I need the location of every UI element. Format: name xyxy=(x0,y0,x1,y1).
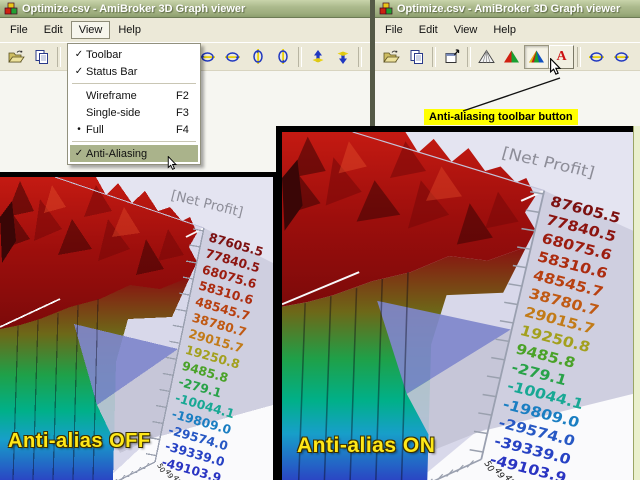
rotate-down-button[interactable] xyxy=(220,45,245,69)
rotate-right-button[interactable] xyxy=(270,45,295,69)
wireframe-button[interactable] xyxy=(474,45,499,69)
menu-item-label: Wireframe xyxy=(86,89,137,102)
right-window-title: Optimize.csv - AmiBroker 3D Graph viewer xyxy=(397,2,621,15)
mouse-cursor-on-button xyxy=(550,58,562,75)
right-title-bar[interactable]: Optimize.csv - AmiBroker 3D Graph viewer xyxy=(375,0,640,18)
rotate-left-icon xyxy=(252,49,263,64)
properties-icon xyxy=(445,48,459,63)
right-menu-help[interactable]: Help xyxy=(485,21,524,39)
left-menu-help[interactable]: Help xyxy=(110,21,149,39)
toolbar-separator xyxy=(432,46,436,67)
rotate-left-button[interactable] xyxy=(634,45,640,69)
move-down-icon xyxy=(337,51,348,64)
right-toolbar: A xyxy=(375,42,640,71)
toolbar-separator xyxy=(298,46,302,67)
left-menu-edit[interactable]: Edit xyxy=(36,21,71,39)
move-up-button[interactable] xyxy=(305,45,330,69)
rotate-down-icon xyxy=(225,51,240,62)
menu-separator xyxy=(72,141,196,142)
3d-surface-plot-on: [Net Profit]87605.577840.568075.658310.6… xyxy=(282,132,633,480)
left-menu-view[interactable]: View xyxy=(70,21,111,39)
open-file-button[interactable] xyxy=(4,45,29,69)
menu-item-full[interactable]: • Full F4 xyxy=(70,121,198,138)
menu-item-label: Status Bar xyxy=(86,65,138,78)
checkmark-icon: ✓ xyxy=(74,148,84,159)
wireframe-pyramid-icon xyxy=(478,49,495,63)
copy-button[interactable] xyxy=(29,45,54,69)
left-menu-file[interactable]: File xyxy=(2,21,36,39)
open-file-button[interactable] xyxy=(379,45,404,69)
toolbar-separator xyxy=(57,46,61,67)
copy-icon xyxy=(35,49,48,64)
menu-item-shortcut: F2 xyxy=(176,89,189,102)
menu-item-shortcut: F3 xyxy=(176,106,189,119)
checkmark-icon: ✓ xyxy=(74,66,84,77)
left-title-bar[interactable]: Optimize.csv - AmiBroker 3D Graph viewer xyxy=(0,0,370,18)
menu-item-label: Single-side xyxy=(86,106,141,119)
right-menu-edit[interactable]: Edit xyxy=(411,21,446,39)
rotate-up-icon xyxy=(200,51,215,62)
rotate-up-button[interactable] xyxy=(584,45,609,69)
mouse-cursor-on-menu xyxy=(167,156,178,170)
rotate-left-button[interactable] xyxy=(245,45,270,69)
single-side-icon xyxy=(504,50,519,63)
right-menu-view[interactable]: View xyxy=(446,21,486,39)
menu-item-status-bar[interactable]: ✓ Status Bar xyxy=(70,63,198,80)
toolbar-separator xyxy=(577,46,581,67)
radio-bullet-icon: • xyxy=(77,124,81,135)
copy-button[interactable] xyxy=(404,45,429,69)
rotate-up-icon xyxy=(589,51,604,62)
single-side-button[interactable] xyxy=(499,45,524,69)
full-render-button[interactable] xyxy=(524,44,549,69)
app-icon xyxy=(4,2,18,14)
move-down-button[interactable] xyxy=(330,45,355,69)
full-pyramid-icon xyxy=(529,50,544,63)
properties-button[interactable] xyxy=(439,45,464,69)
open-folder-icon xyxy=(8,50,25,63)
menu-separator xyxy=(72,83,196,84)
anti-alias-off-label: Anti-alias OFF xyxy=(8,430,151,452)
chart-panel-anti-alias-on[interactable]: [Net Profit] 87605.5 77840.5 68075.6 58310.6… xyxy=(276,126,633,480)
menu-item-label: Full xyxy=(86,123,104,136)
menu-item-toolbar[interactable]: ✓ Toolbar xyxy=(70,46,198,63)
toolbar-separator xyxy=(467,46,471,67)
checkmark-icon: ✓ xyxy=(74,49,84,60)
rotate-right-icon xyxy=(277,49,288,64)
callout-pointer-line xyxy=(462,77,561,112)
menu-item-label: Toolbar xyxy=(86,48,123,61)
left-menu-bar: File Edit View Help xyxy=(0,18,370,42)
right-menu-bar: File Edit View Help xyxy=(375,18,640,42)
move-up-icon xyxy=(312,49,323,62)
open-folder-icon xyxy=(383,50,400,63)
anti-alias-on-label: Anti-alias ON xyxy=(297,434,436,457)
window-edge-strip xyxy=(633,126,640,480)
menu-item-shortcut: F4 xyxy=(176,123,189,136)
menu-item-single-side[interactable]: Single-side F3 xyxy=(70,104,198,121)
view-dropdown-menu: ✓ Toolbar ✓ Status Bar Wireframe F2 Sing… xyxy=(67,43,201,165)
copy-icon xyxy=(410,49,423,64)
rotate-down-icon xyxy=(614,51,629,62)
menu-item-label: Anti-Aliasing xyxy=(86,147,148,160)
rotate-down-button[interactable] xyxy=(609,45,634,69)
app-icon xyxy=(379,2,393,14)
right-menu-file[interactable]: File xyxy=(377,21,411,39)
toolbar-separator xyxy=(358,46,362,67)
menu-item-wireframe[interactable]: Wireframe F2 xyxy=(70,87,198,104)
left-window-title: Optimize.csv - AmiBroker 3D Graph viewer xyxy=(22,2,246,15)
